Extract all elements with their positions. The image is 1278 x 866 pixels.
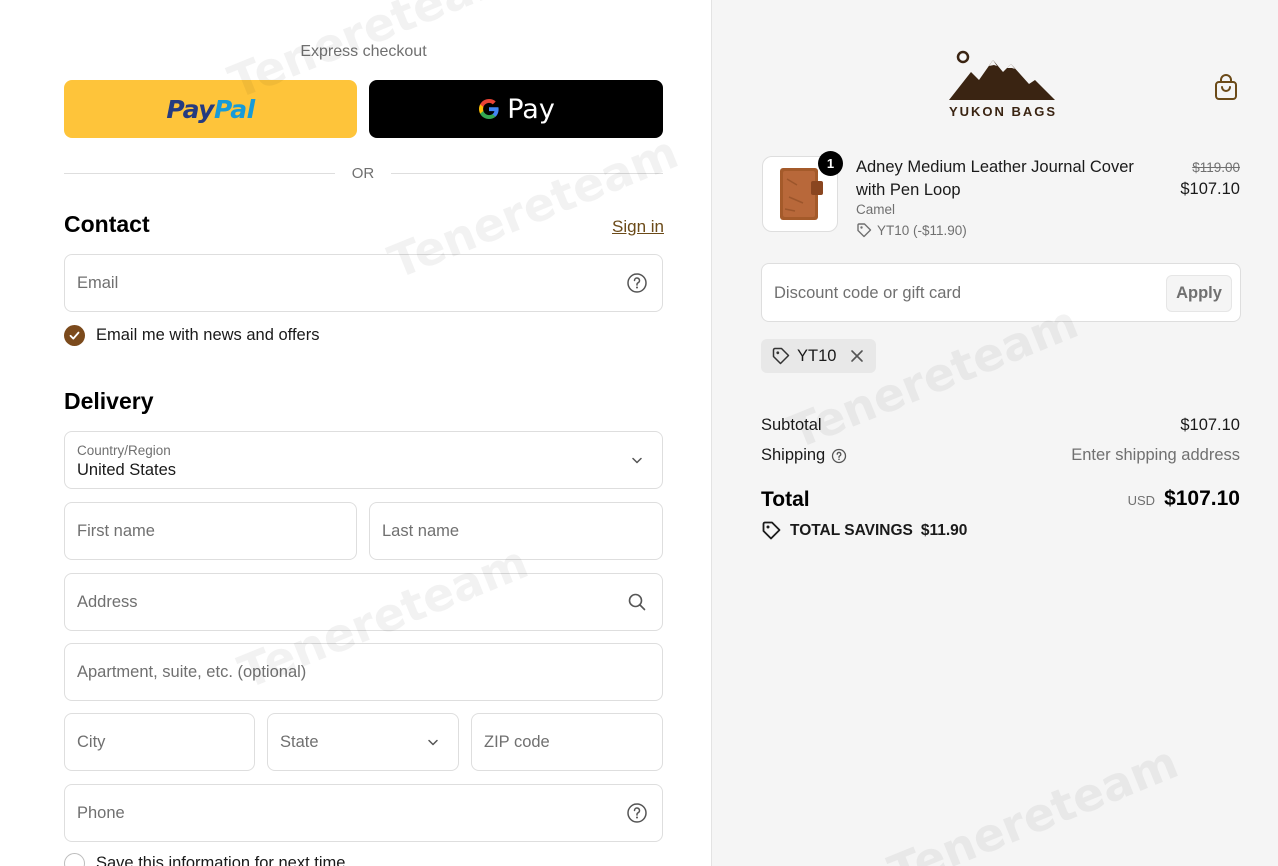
brand-name: YUKON BAGS: [948, 104, 1058, 119]
contact-title: Contact: [64, 211, 150, 237]
remove-code-close-icon[interactable]: [848, 347, 866, 365]
order-summary-panel: YUKON BAGS 1 Adney Medium Leather Journa…: [711, 0, 1278, 866]
help-circle-icon[interactable]: [626, 802, 648, 824]
tag-icon: [761, 520, 782, 541]
express-checkout-title: Express checkout: [300, 43, 427, 60]
state-select[interactable]: State: [267, 713, 459, 771]
save-info-checkbox-row[interactable]: Save this information for next time: [64, 853, 345, 866]
phone-field[interactable]: Phone: [64, 784, 663, 842]
google-pay-button[interactable]: Pay: [369, 80, 663, 138]
quantity-badge: 1: [818, 151, 843, 176]
chevron-down-icon: [626, 449, 648, 471]
total-amount-row: USD $107.10: [1128, 487, 1240, 511]
phone-placeholder: Phone: [77, 804, 125, 822]
applied-discount-chip: YT10: [761, 339, 877, 373]
last-name-placeholder: Last name: [382, 522, 460, 540]
first-name-field[interactable]: First name: [64, 502, 357, 560]
paypal-logo-pal: Pal: [213, 94, 255, 124]
city-field[interactable]: City: [64, 713, 255, 771]
discount-code-input[interactable]: Discount code or gift card Apply: [761, 263, 1241, 322]
first-name-placeholder: First name: [77, 522, 155, 540]
total-label: Total: [761, 488, 810, 511]
email-placeholder: Email: [77, 274, 119, 292]
product-name: Adney Medium Leather Journal Cover with …: [856, 158, 1134, 199]
checkout-form-panel: Express checkout PayPal Pay OR Contact S…: [0, 0, 711, 866]
product-variant: Camel: [856, 202, 896, 217]
or-divider: OR: [64, 163, 663, 185]
google-g-icon: [477, 97, 501, 121]
last-name-field[interactable]: Last name: [369, 502, 663, 560]
address-field[interactable]: Address: [64, 573, 663, 631]
paypal-logo-pay: Pay: [166, 94, 214, 124]
city-placeholder: City: [77, 733, 106, 751]
save-info-label: Save this information for next time: [96, 854, 346, 866]
country-select[interactable]: Country/Region United States: [64, 431, 663, 489]
state-placeholder: State: [280, 733, 319, 751]
google-pay-label: Pay: [507, 93, 555, 125]
or-text: OR: [351, 165, 375, 182]
tag-icon: [856, 222, 872, 238]
final-price: $107.10: [1180, 180, 1240, 198]
country-value: United States: [77, 461, 177, 479]
brand-logo[interactable]: YUKON BAGS: [945, 48, 1061, 122]
shopping-bag-icon[interactable]: [1212, 72, 1240, 102]
paypal-logo: PayPal: [166, 94, 255, 124]
subtotal-label: Subtotal: [761, 416, 822, 434]
address-placeholder: Address: [77, 593, 138, 611]
search-icon: [626, 591, 648, 613]
savings-label: TOTAL SAVINGS: [790, 521, 913, 539]
mountain-logo-icon: [949, 50, 1055, 100]
product-discount: YT10 (-$11.90): [856, 222, 967, 238]
apartment-field[interactable]: Apartment, suite, etc. (optional): [64, 643, 663, 701]
help-circle-icon[interactable]: [831, 448, 847, 464]
chevron-down-icon: [422, 731, 444, 753]
apartment-placeholder: Apartment, suite, etc. (optional): [77, 663, 307, 681]
discount-placeholder: Discount code or gift card: [774, 284, 962, 302]
savings-value: $11.90: [920, 521, 968, 539]
zip-placeholder: ZIP code: [484, 733, 550, 751]
help-circle-icon[interactable]: [626, 272, 648, 294]
subtotal-value: $107.10: [1180, 416, 1240, 434]
apply-discount-button[interactable]: Apply: [1166, 275, 1232, 312]
newsletter-label: Email me with news and offers: [96, 326, 320, 344]
sign-in-link[interactable]: Sign in: [612, 217, 664, 237]
delivery-title: Delivery: [64, 388, 154, 414]
checkbox-unchecked-icon[interactable]: [64, 853, 85, 866]
product-discount-label: YT10 (-$11.90): [877, 222, 967, 238]
divider-line: [64, 173, 335, 174]
original-price: $119.00: [1192, 160, 1240, 175]
shipping-value: Enter shipping address: [1071, 446, 1240, 464]
zip-field[interactable]: ZIP code: [471, 713, 663, 771]
divider-line: [391, 173, 663, 174]
paypal-button[interactable]: PayPal: [64, 80, 357, 138]
shipping-label-row: Shipping: [761, 446, 847, 465]
total-savings-row: TOTAL SAVINGS $11.90: [761, 520, 967, 541]
total-currency: USD: [1127, 493, 1156, 508]
email-field[interactable]: Email: [64, 254, 663, 312]
shipping-label: Shipping: [761, 446, 826, 464]
newsletter-checkbox-row[interactable]: Email me with news and offers: [64, 325, 319, 346]
applied-code-label: YT10: [797, 346, 837, 365]
checkbox-checked-icon[interactable]: [64, 325, 85, 346]
country-label: Country/Region: [77, 443, 171, 458]
tag-icon: [771, 346, 791, 366]
total-value: $107.10: [1164, 487, 1240, 510]
